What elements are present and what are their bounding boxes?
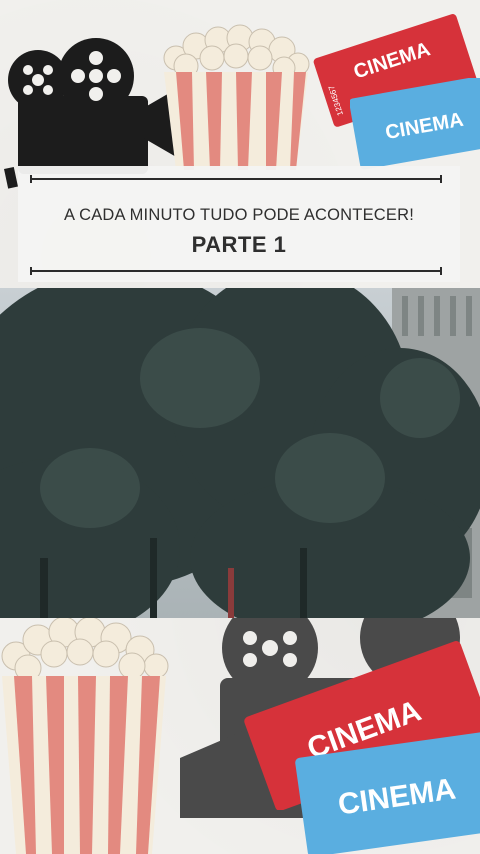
popcorn-bucket-large-icon — [1, 618, 169, 854]
part-label: PARTE 1 — [191, 232, 287, 257]
divider-bottom — [30, 267, 442, 275]
headline: A CADA MINUTO TUDO PODE ACONTECER! — [64, 206, 414, 224]
ticket-blue-icon: CINEMA — [350, 78, 480, 170]
title-panel: A CADA MINUTO TUDO PODE ACONTECER! PARTE… — [18, 166, 460, 282]
trees-photo — [0, 288, 480, 618]
divider-top — [30, 175, 442, 183]
popcorn-bucket-icon — [163, 24, 310, 170]
ticket-blue-large-icon: CINEMA — [295, 728, 480, 854]
